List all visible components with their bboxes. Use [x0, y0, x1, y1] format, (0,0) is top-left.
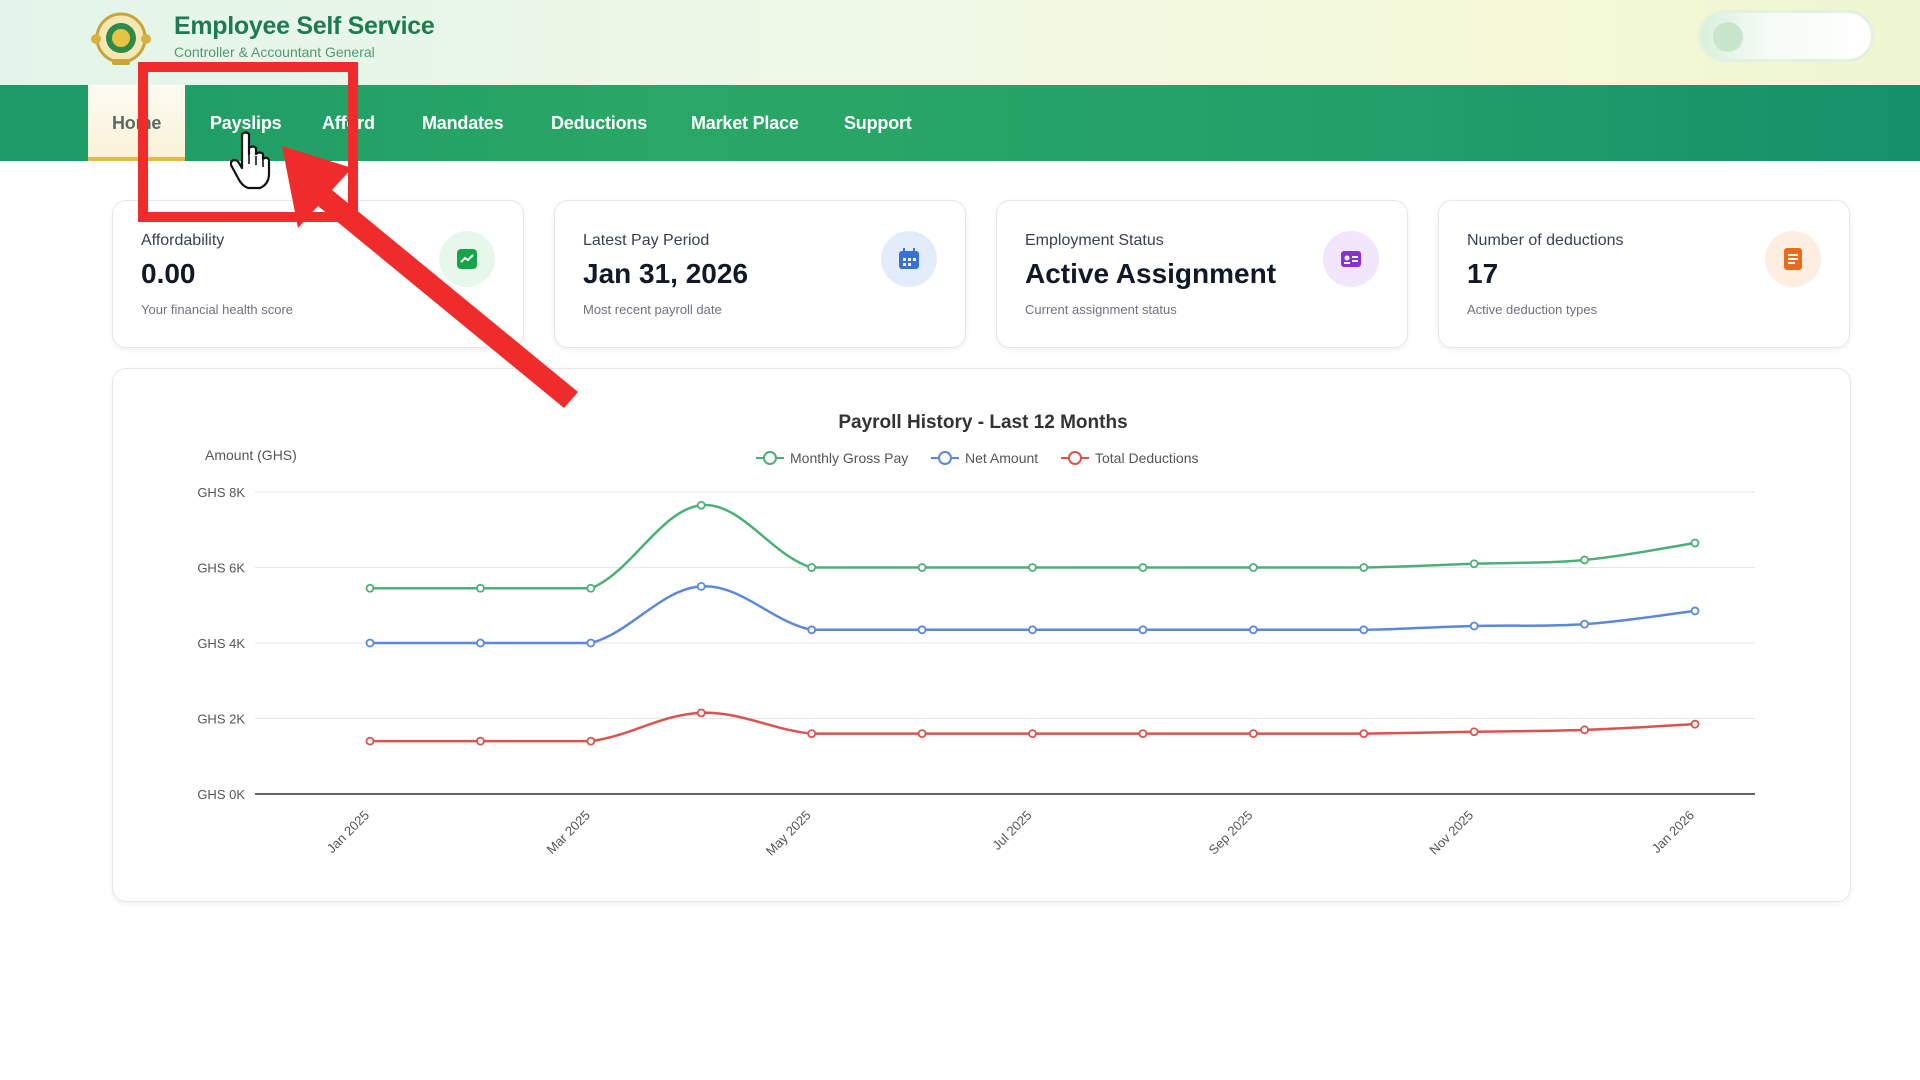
hand-cursor-icon: [230, 131, 271, 190]
pointer-arrow: [282, 146, 578, 408]
